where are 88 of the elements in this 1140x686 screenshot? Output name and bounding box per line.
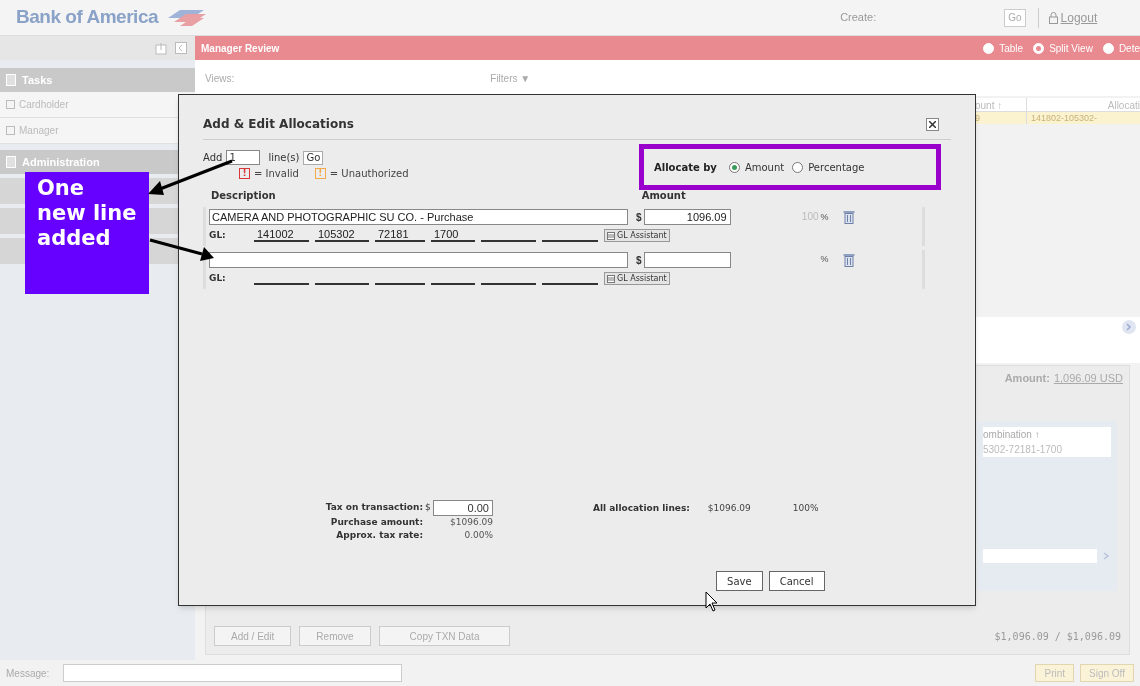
trash-icon[interactable] xyxy=(842,210,855,224)
rate-value: 0.00% xyxy=(463,529,493,542)
gl-assistant-button[interactable]: GL Assistant xyxy=(604,272,670,285)
gl-segment-field[interactable]: 72181 xyxy=(375,228,425,242)
purchase-value: $1096.09 xyxy=(449,515,493,529)
radio-label[interactable]: Amount xyxy=(744,159,785,175)
tax-field[interactable]: 0.00 xyxy=(432,499,493,516)
annotation-arrow xyxy=(149,238,214,261)
percent-sign: % xyxy=(820,211,829,225)
amount-link[interactable]: 1,096.09 USD xyxy=(1053,370,1123,387)
dialog-button[interactable]: Save xyxy=(716,571,763,591)
gl-segment-field[interactable]: 1700 xyxy=(431,228,475,242)
create-label: Create: xyxy=(840,10,877,26)
amount-label: Amount: xyxy=(1004,371,1050,386)
flag-logo-icon xyxy=(166,7,207,28)
column-header[interactable]: Allocati xyxy=(1027,98,1140,111)
gl-segment-field[interactable]: 105302 xyxy=(315,228,369,242)
dialog-button[interactable]: Cancel xyxy=(768,571,825,591)
description-field[interactable]: CAMERA AND PHOTOGRAPHIC SU CO. - Purchase xyxy=(209,209,628,225)
annotation-callout: One new line added xyxy=(25,172,149,294)
allocate-by-label: Allocate by xyxy=(654,160,717,175)
action-button[interactable]: Copy TXN Data xyxy=(378,626,511,646)
sidebar-item-label: Cardholder xyxy=(19,98,69,112)
gl-label: GL: xyxy=(209,228,227,242)
go-button[interactable]: Go xyxy=(303,150,324,165)
lock-icon xyxy=(1048,11,1058,24)
radio-button[interactable] xyxy=(728,161,740,173)
views-label: Views: xyxy=(205,71,235,86)
footer-button[interactable]: Sign Off xyxy=(1080,664,1134,682)
go-button[interactable]: Go xyxy=(1004,8,1026,27)
close-button[interactable] xyxy=(926,117,939,131)
tax-label: Tax on transaction: xyxy=(324,500,423,514)
rate-label: Approx. tax rate: xyxy=(335,529,423,542)
purchase-label: Purchase amount: xyxy=(329,515,423,529)
description-field[interactable] xyxy=(209,252,628,268)
warning-badge: ! xyxy=(239,168,250,179)
expand-icon xyxy=(6,100,15,109)
message-field[interactable] xyxy=(63,664,403,682)
column-header: Amount xyxy=(641,189,686,203)
currency-symbol: $ xyxy=(636,253,642,268)
filters-label[interactable]: Filters ▼ xyxy=(490,70,531,86)
action-button[interactable]: Add / Edit xyxy=(214,626,292,646)
gl-label: GL: xyxy=(209,271,227,285)
message-label: Message: xyxy=(6,666,50,681)
sidebar-item[interactable]: Cardholder xyxy=(0,92,195,118)
close-icon xyxy=(929,120,936,128)
add-label: Add xyxy=(203,151,223,165)
action-button[interactable]: Remove xyxy=(299,626,371,646)
sidebar-item-label: Manager xyxy=(19,124,59,138)
gl-segment-field[interactable]: 141002 xyxy=(254,228,309,242)
trash-icon[interactable] xyxy=(842,253,855,267)
section-icon xyxy=(6,74,16,86)
all-lines-label: All allocation lines: xyxy=(593,501,690,515)
radio-button[interactable] xyxy=(792,161,804,173)
legend-text: = Invalid xyxy=(254,167,299,181)
page-title: Manager Review xyxy=(201,41,280,56)
radio-label[interactable]: Percentage xyxy=(808,159,865,175)
lines-label: line(s) xyxy=(268,151,300,165)
expand-icon xyxy=(6,126,15,135)
grid-icon xyxy=(607,274,615,283)
percent-sign: % xyxy=(820,253,829,267)
view-option-label[interactable]: Table xyxy=(999,40,1024,56)
mouse-cursor-icon xyxy=(705,591,718,612)
column-header: Description xyxy=(211,189,276,203)
view-option-label[interactable]: Dete xyxy=(1118,40,1140,56)
dialog-title: Add & Edit Allocations xyxy=(203,116,354,133)
logout-link[interactable]: Logout xyxy=(1060,8,1098,27)
view-option-label[interactable]: Split View xyxy=(1049,40,1093,56)
currency-symbol: $ xyxy=(636,210,642,225)
footer-button[interactable]: Print xyxy=(1035,664,1075,682)
collapse-icon[interactable] xyxy=(175,42,187,54)
gl-assistant-button[interactable]: GL Assistant xyxy=(604,229,670,242)
column-header[interactable]: ombination ↑ xyxy=(983,426,1111,442)
line-count-field[interactable]: 1 xyxy=(226,150,261,165)
all-lines-amount: $1096.09 xyxy=(707,501,751,515)
grid-icon xyxy=(607,231,615,240)
amount-field[interactable] xyxy=(643,252,731,268)
warning-badge: ! xyxy=(314,168,326,179)
legend-text: = Unauthorized xyxy=(329,167,409,181)
amount-field[interactable]: 1096.09 xyxy=(643,209,731,225)
logo-text: Bank of America xyxy=(16,5,159,30)
totals-text: $1,096.09 / $1,096.09 xyxy=(994,629,1121,644)
currency-symbol: $ xyxy=(425,500,431,514)
section-icon xyxy=(6,156,16,168)
table-cell-text: 141802-105302- xyxy=(1030,112,1099,124)
scroll-right-icon[interactable] xyxy=(1122,320,1136,334)
input-field[interactable] xyxy=(983,548,1097,563)
all-lines-percent: 100% xyxy=(792,501,819,515)
